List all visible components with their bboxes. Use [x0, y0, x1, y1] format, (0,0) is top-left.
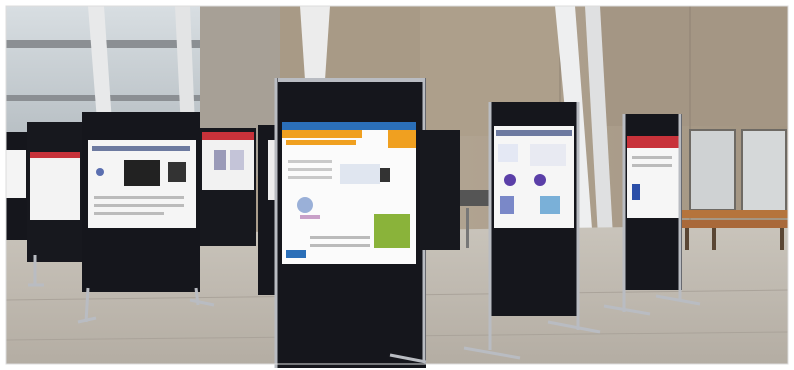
poster-board-front-center	[274, 78, 427, 368]
poster-board-center-left	[77, 112, 215, 324]
poster-board-left	[27, 122, 83, 287]
conference-poster-hall-photo	[5, 5, 789, 368]
poster-board-far-left	[6, 132, 28, 240]
